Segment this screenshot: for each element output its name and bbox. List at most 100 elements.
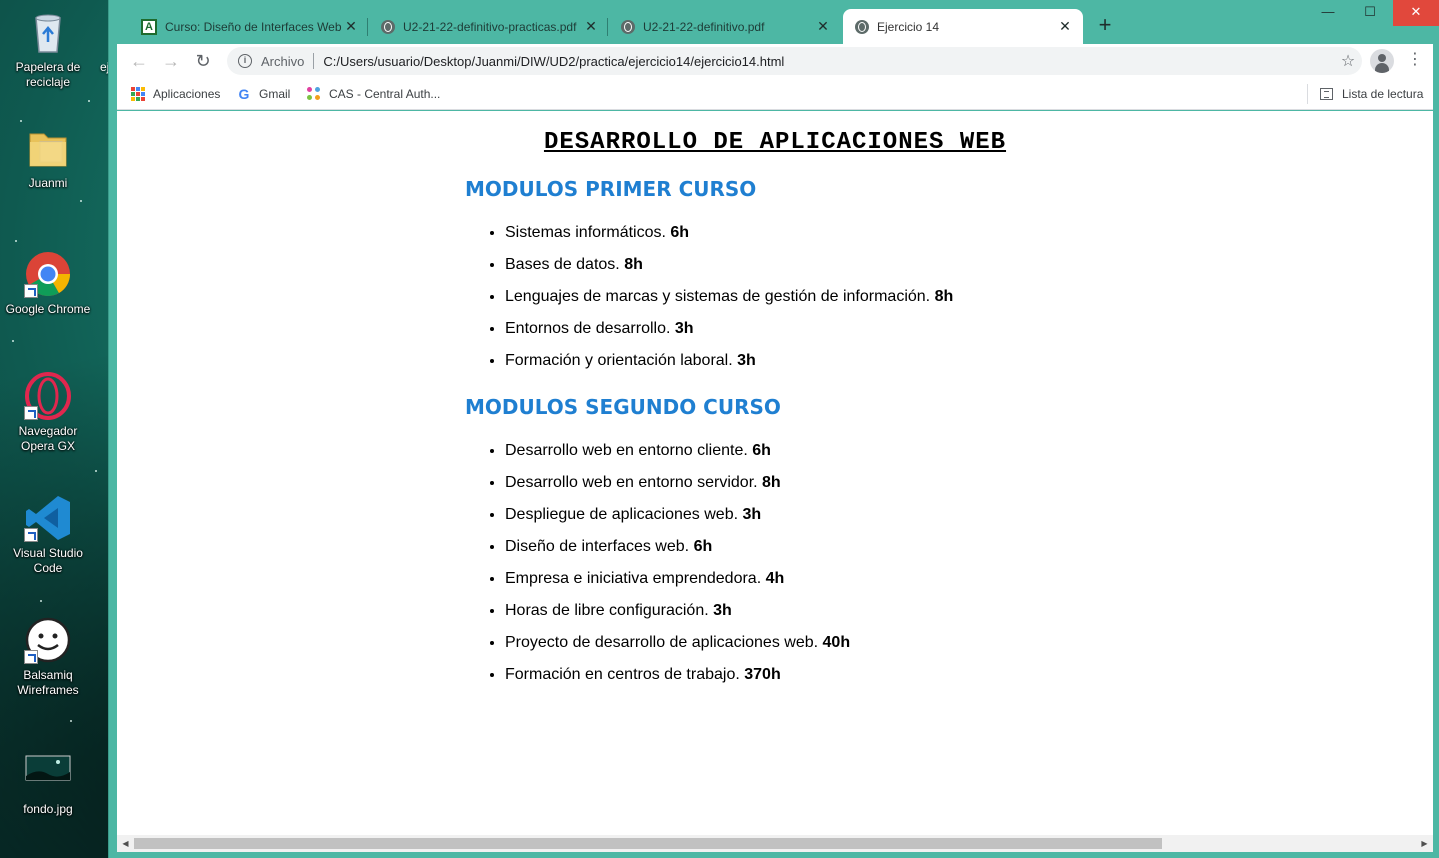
shortcut-arrow-icon xyxy=(24,406,38,420)
module-name: Empresa e iniciativa emprendedora. xyxy=(505,570,762,587)
shortcut-arrow-icon xyxy=(24,650,38,664)
module-name: Lenguajes de marcas y sistemas de gestió… xyxy=(505,288,931,305)
scroll-right-icon[interactable]: ▶ xyxy=(1416,835,1433,852)
forward-button[interactable]: → xyxy=(159,50,183,72)
close-icon[interactable]: ✕ xyxy=(343,18,359,35)
desktop-icon-vscode[interactable]: Visual Studio Code xyxy=(4,494,92,576)
module-name: Desarrollo web en entorno servidor. xyxy=(505,474,758,491)
module-name: Formación y orientación laboral. xyxy=(505,352,733,369)
module-list: Desarrollo web en entorno cliente. 6h De… xyxy=(505,441,1165,697)
page-viewport: DESARROLLO DE APLICACIONES WEB MODULOS P… xyxy=(117,111,1433,835)
omnibox-separator xyxy=(313,53,315,69)
minimize-button[interactable]: — xyxy=(1307,0,1349,26)
module-hours: 4h xyxy=(765,570,785,587)
star xyxy=(12,340,14,342)
tab-separator xyxy=(607,18,608,36)
module-hours: 370h xyxy=(744,666,781,683)
reading-list-label: Lista de lectura xyxy=(1342,87,1424,101)
module-hours: 8h xyxy=(934,288,954,305)
reading-list-button[interactable]: Lista de lectura xyxy=(1307,84,1423,104)
globe-icon xyxy=(855,19,869,34)
module-hours: 3h xyxy=(737,352,756,369)
reload-button[interactable]: ↻ xyxy=(191,50,215,72)
list-item: Proyecto de desarrollo de aplicaciones w… xyxy=(505,633,1165,665)
tab-strip: A Curso: Diseño de Interfaces Web ✕ U2-2… xyxy=(109,0,1439,44)
desktop-icon-chrome[interactable]: Google Chrome xyxy=(4,250,92,317)
module-hours: 6h xyxy=(693,538,713,555)
section-title: MODULOS PRIMER CURSO xyxy=(465,177,757,201)
back-button[interactable]: ← xyxy=(127,50,151,72)
reading-list-icon xyxy=(1320,88,1333,100)
new-tab-button[interactable]: + xyxy=(1093,14,1117,38)
scroll-left-icon[interactable]: ◀ xyxy=(117,835,134,852)
list-item: Formación en centros de trabajo. 370h xyxy=(505,665,1165,697)
recycle-bin-icon xyxy=(24,8,72,56)
tab-pdf-definitivo[interactable]: U2-21-22-definitivo.pdf ✕ xyxy=(609,9,841,44)
module-hours: 3h xyxy=(674,320,694,337)
module-hours: 8h xyxy=(624,256,643,273)
cas-icon xyxy=(307,87,321,101)
star xyxy=(20,120,22,122)
tab-ejercicio-14[interactable]: Ejercicio 14 ✕ xyxy=(843,9,1083,44)
browser-window: A Curso: Diseño de Interfaces Web ✕ U2-2… xyxy=(108,0,1439,858)
close-icon[interactable]: ✕ xyxy=(815,18,831,35)
list-item: Despliegue de aplicaciones web. 3h xyxy=(505,505,1165,537)
desktop-icon-fondo[interactable]: fondo.jpg xyxy=(4,750,92,817)
desktop-icon-label: Papelera de reciclaje xyxy=(15,60,81,89)
tab-title: Ejercicio 14 xyxy=(877,19,940,34)
browser-toolbar: ← → ↻ i Archivo C:/Users/usuario/Desktop… xyxy=(117,44,1433,78)
tab-title: U2-21-22-definitivo-practicas.pdf xyxy=(403,19,577,34)
horizontal-scrollbar[interactable]: ◀ ▶ xyxy=(117,835,1433,852)
bookmark-label: CAS - Central Auth... xyxy=(329,87,441,101)
close-icon[interactable]: ✕ xyxy=(1057,18,1073,35)
chrome-icon xyxy=(24,250,72,298)
url-text[interactable]: C:/Users/usuario/Desktop/Juanmi/DIW/UD2/… xyxy=(323,54,1334,69)
bookmark-cas[interactable]: CAS - Central Auth... xyxy=(307,85,440,103)
address-bar[interactable]: i Archivo C:/Users/usuario/Desktop/Juanm… xyxy=(227,47,1362,75)
list-item: Lenguajes de marcas y sistemas de gestió… xyxy=(505,287,1165,319)
list-item: Desarrollo web en entorno cliente. 6h xyxy=(505,441,1165,473)
star xyxy=(80,200,82,202)
desktop-icon-opera-gx[interactable]: Navegador Opera GX xyxy=(4,372,92,454)
tab-curso[interactable]: A Curso: Diseño de Interfaces Web ✕ xyxy=(129,9,369,44)
info-icon[interactable]: i xyxy=(238,54,252,68)
module-hours: 3h xyxy=(742,506,762,523)
profile-avatar-icon[interactable] xyxy=(1370,49,1394,73)
star xyxy=(40,600,42,602)
section-segundo-curso: MODULOS SEGUNDO CURSO Desarrollo web en … xyxy=(465,395,1165,697)
module-hours: 6h xyxy=(752,442,771,459)
list-item: Entornos de desarrollo. 3h xyxy=(505,319,1165,351)
module-name: Desarrollo web en entorno cliente. xyxy=(505,442,748,459)
maximize-button[interactable]: ☐ xyxy=(1349,0,1391,26)
module-name: Despliegue de aplicaciones web. xyxy=(505,506,739,523)
tab-title: Curso: Diseño de Interfaces Web xyxy=(165,19,342,34)
page-title: DESARROLLO DE APLICACIONES WEB xyxy=(543,129,1007,156)
bookmark-gmail[interactable]: G Gmail xyxy=(237,85,291,103)
scrollbar-thumb[interactable] xyxy=(134,838,1162,849)
close-icon[interactable]: ✕ xyxy=(583,18,599,35)
desktop-icon-label: Google Chrome xyxy=(5,302,91,316)
bookmark-apps[interactable]: Aplicaciones xyxy=(131,85,220,103)
bookmark-star-icon[interactable]: ☆ xyxy=(1334,51,1362,71)
menu-kebab-icon[interactable]: ⋮ xyxy=(1407,49,1423,73)
tab-pdf-practicas[interactable]: U2-21-22-definitivo-practicas.pdf ✕ xyxy=(369,9,609,44)
desktop-icon-juanmi[interactable]: Juanmi xyxy=(4,124,92,191)
desktop-icon-recycle-bin[interactable]: Papelera de reciclaje xyxy=(4,8,92,90)
close-window-button[interactable]: ✕ xyxy=(1393,0,1439,26)
tab-separator xyxy=(367,18,368,36)
list-item: Desarrollo web en entorno servidor. 8h xyxy=(505,473,1165,505)
list-item: Diseño de interfaces web. 6h xyxy=(505,537,1165,569)
section-title: MODULOS SEGUNDO CURSO xyxy=(465,395,781,419)
globe-icon xyxy=(621,19,635,34)
list-item: Empresa e iniciativa emprendedora. 4h xyxy=(505,569,1165,601)
star xyxy=(95,470,97,472)
list-item: Bases de datos. 8h xyxy=(505,255,1165,287)
module-name: Horas de libre configuración. xyxy=(505,602,709,619)
moodle-favicon-icon: A xyxy=(141,18,157,35)
desktop-icon-label: Navegador Opera GX xyxy=(18,424,78,453)
balsamiq-icon xyxy=(24,616,72,664)
apps-grid-icon xyxy=(131,87,145,101)
desktop-icon-balsamiq[interactable]: Balsamiq Wireframes xyxy=(4,616,92,698)
module-name: Sistemas informáticos. xyxy=(505,224,666,241)
star xyxy=(70,720,72,722)
